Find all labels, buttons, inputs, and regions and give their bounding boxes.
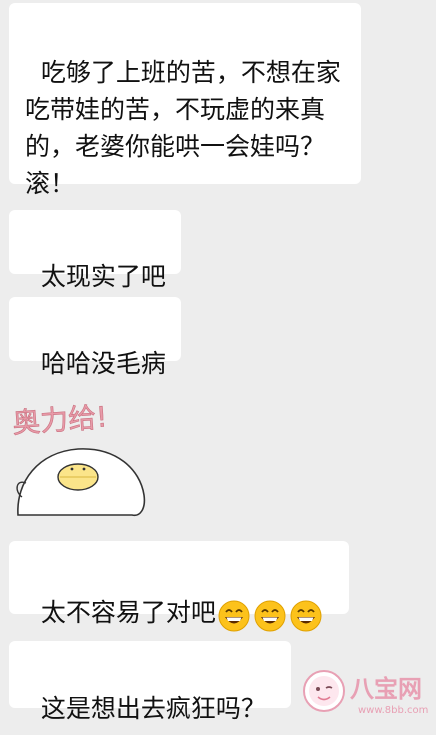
watermark-brand: 八宝网 [350, 675, 422, 703]
grinning-face-icon [290, 600, 322, 631]
emoji-group [218, 597, 326, 632]
message-text: 太不容易了对吧 [40, 598, 216, 627]
message-text: 吃够了上班的苦，不想在家吃带娃的苦，不玩虚的来真的，老婆你能哄一会娃吗？ 滚！ [25, 58, 373, 198]
duck-chick-sticker: 奥力给! [11, 400, 146, 517]
sticker-message[interactable]: 奥力给! [8, 387, 148, 522]
chat-bubble[interactable]: 这是想出去疯狂吗？ [9, 641, 291, 723]
sticker-text: 奥力给! [11, 400, 108, 440]
chat-bubble[interactable]: 太现实了吧 [9, 210, 181, 291]
grinning-face-icon [254, 600, 286, 631]
chat-bubble[interactable]: 哈哈没毛病 [9, 297, 181, 378]
message-text: 这是想出去疯狂吗？ [40, 694, 266, 723]
chat-bubble[interactable]: 太不容易了对吧 [9, 541, 349, 631]
grinning-face-icon [218, 600, 250, 631]
chat-bubble[interactable]: 吃够了上班的苦，不想在家吃带娃的苦，不玩虚的来真的，老婆你能哄一会娃吗？ 滚！ [9, 3, 361, 198]
watermark-url: www.8bb.com [358, 705, 428, 716]
watermark-logo: 八宝网 www.8bb.com [300, 655, 436, 731]
baby-face-logo-icon: 八宝网 www.8bb.com [303, 670, 428, 716]
message-text: 太现实了吧 [40, 262, 166, 291]
message-text: 哈哈没毛病 [40, 349, 166, 378]
